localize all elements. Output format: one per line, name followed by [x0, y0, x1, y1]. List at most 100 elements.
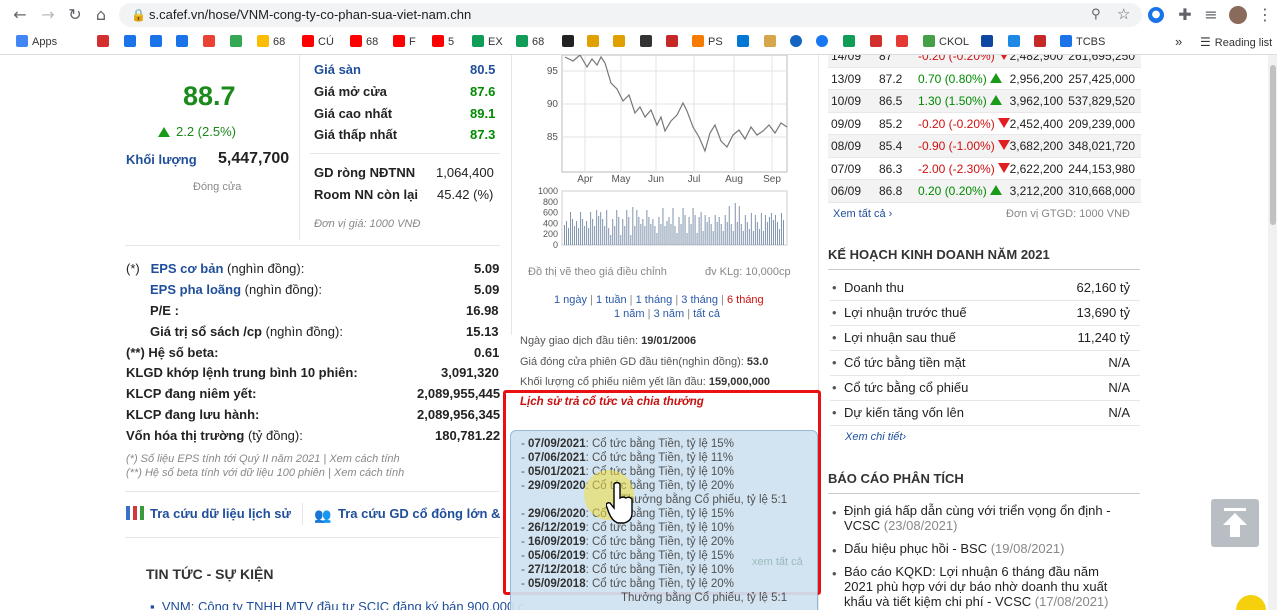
up-arrow-icon	[989, 185, 1002, 195]
plan-see-detail-link[interactable]: Xem chi tiết›	[845, 430, 906, 444]
forward-icon[interactable]: →	[38, 5, 58, 25]
volume-bar	[706, 222, 708, 245]
dividend-title[interactable]: Lịch sử trả cổ tức và chia thưởng	[520, 395, 704, 409]
bookmark-youtube-cu[interactable]: CÚ	[302, 30, 334, 54]
bookmark-youtube-68[interactable]: 68	[350, 30, 378, 54]
volume-bar	[614, 226, 616, 245]
dividend-see-all-link[interactable]: xem tất cả	[752, 555, 803, 569]
volume-bar	[564, 225, 565, 245]
shield-logo-icon	[666, 35, 678, 47]
avatar[interactable]	[1229, 6, 1247, 24]
bookmark-red-2[interactable]	[1034, 30, 1050, 54]
bookmark-star-icon[interactable]: ☆	[1117, 6, 1130, 22]
reload-icon[interactable]: ↻	[65, 5, 85, 25]
bookmark-tcbs[interactable]: TCBS	[1060, 30, 1105, 54]
reading-list-button[interactable]: ☰ Reading list	[1200, 30, 1272, 55]
bookmark-m-1[interactable]	[587, 30, 603, 54]
back-icon[interactable]: ←	[10, 5, 30, 25]
bookmark-red-1[interactable]	[666, 30, 682, 54]
bookmark-mail-3[interactable]	[176, 30, 192, 54]
period-1-year[interactable]: 1 năm	[614, 308, 645, 320]
divider	[511, 55, 512, 335]
bookmark-sheets-3[interactable]	[843, 30, 859, 54]
volume-bar	[622, 219, 624, 245]
history-row: 06/09 86.8 0.20 (0.20%) 3,212,200 310,668,00…	[828, 180, 1141, 203]
report-item[interactable]: • Định giá hấp dẫn cùng với triển vọng ổn…	[830, 503, 1130, 533]
bookmark-sheets-68[interactable]: 68	[516, 30, 544, 54]
bookmark-search[interactable]	[981, 30, 997, 54]
bookmark-youtube-5[interactable]: 5	[432, 30, 454, 54]
bookmark-drive-68[interactable]: 68	[257, 30, 285, 54]
bookmark-ex[interactable]: EX	[472, 30, 503, 54]
bookmark-apps[interactable]: Apps	[16, 30, 57, 54]
volume-bar	[578, 228, 580, 245]
beta-value: 0.61	[474, 345, 500, 360]
youtube-icon	[302, 35, 314, 47]
bookmark-percent[interactable]	[1008, 30, 1024, 54]
extensions-puzzle-icon[interactable]: ✚	[1175, 5, 1195, 25]
bookmark-x[interactable]	[562, 30, 578, 54]
history-date: 08/09	[831, 139, 862, 153]
bookmark-ckol[interactable]: CKOL	[923, 30, 969, 54]
history-value: 209,239,000	[1068, 116, 1135, 131]
history-lookup-link[interactable]: Tra cứu dữ liệu lịch sử	[126, 505, 291, 523]
period-6-months[interactable]: 6 tháng	[727, 294, 764, 306]
scroll-to-top-button[interactable]	[1211, 499, 1259, 547]
history-volume: 3,682,200	[1009, 139, 1063, 153]
bookmark-mail-2[interactable]	[150, 30, 166, 54]
period-1-day[interactable]: 1 ngày	[554, 294, 587, 306]
bookmarks-more[interactable]: »	[1175, 30, 1182, 54]
bookmark-ps[interactable]: PS	[692, 30, 723, 54]
bookmark-hbt[interactable]	[764, 30, 780, 54]
bookmark-gmail[interactable]	[203, 30, 219, 54]
period-1-week[interactable]: 1 tuần	[596, 294, 627, 306]
bookmark-drive-1[interactable]	[230, 30, 246, 54]
bookmark-outlook[interactable]	[737, 30, 753, 54]
period-3-years[interactable]: 3 năm	[654, 308, 685, 320]
x-tick-label: Jul	[688, 174, 701, 185]
news-item[interactable]: ▪ VNM: Công ty TNHH MTV đầu tư SCIC đăng…	[150, 599, 524, 610]
eps-note[interactable]: (*) Số liệu EPS tính tới Quý II năm 2021…	[126, 452, 400, 466]
bookmark-m-2[interactable]	[613, 30, 629, 54]
bookmark-youtube-f[interactable]: F	[393, 30, 416, 54]
bookmark-c-blue[interactable]	[790, 30, 806, 54]
url-text[interactable]: s.cafef.vn/hose/VNM-cong-ty-co-phan-sua-…	[149, 7, 471, 23]
bookmark-mail-1[interactable]	[124, 30, 140, 54]
volume-bar	[698, 217, 700, 245]
report-item[interactable]: • Dấu hiệu phục hồi - BSC (19/08/2021)	[830, 541, 1130, 558]
media-control-icon[interactable]: ≡	[1201, 5, 1221, 25]
history-change: 0.70 (0.80%)	[918, 68, 1002, 91]
menu-dots-icon[interactable]: ⋮	[1255, 5, 1275, 25]
beta-note[interactable]: (**) Hệ số beta tính với dữ liệu 100 phi…	[126, 466, 404, 480]
bookmark-arrows[interactable]	[870, 30, 886, 54]
bookmark-inv[interactable]	[640, 30, 656, 54]
volume-bar	[604, 226, 606, 245]
volume-bar	[618, 217, 620, 245]
bookmark-chart[interactable]	[896, 30, 912, 54]
volume-bar	[768, 217, 770, 245]
history-see-all-link[interactable]: Xem tất cả ›	[833, 207, 892, 221]
scrollbar-thumb[interactable]	[1270, 65, 1276, 225]
chat-widget-icon[interactable]	[1236, 595, 1266, 610]
sheets-icon	[472, 35, 484, 47]
profile-extension-icon[interactable]: ●	[1148, 7, 1164, 23]
volume-bar	[696, 233, 698, 245]
c-logo-icon	[97, 35, 109, 47]
address-bar[interactable]: 🔒 s.cafef.vn/hose/VNM-cong-ty-co-phan-su…	[119, 3, 1142, 27]
volume-bar	[720, 224, 722, 245]
period-3-months[interactable]: 3 tháng	[681, 294, 718, 306]
report-item[interactable]: • Báo cáo KQKD: Lợi nhuận 6 tháng đầu năm…	[830, 564, 1130, 609]
period-all[interactable]: tất cả	[693, 308, 720, 320]
bookmark-facebook[interactable]	[816, 30, 832, 54]
volume-bar	[596, 210, 598, 245]
volume-bar	[772, 220, 774, 245]
drive-icon	[257, 35, 269, 47]
zoom-icon[interactable]: ⚲	[1091, 7, 1101, 23]
period-1-month[interactable]: 1 tháng	[636, 294, 673, 306]
volume-label: Khối lượng	[126, 152, 197, 167]
bookmark-c[interactable]	[97, 30, 113, 54]
home-icon[interactable]: ⌂	[91, 5, 111, 25]
search-logo-icon	[981, 35, 993, 47]
history-price: 86.8	[879, 184, 903, 198]
shareholder-lookup-link[interactable]: 👥 Tra cứu GD cổ đông lớn &	[314, 505, 500, 523]
